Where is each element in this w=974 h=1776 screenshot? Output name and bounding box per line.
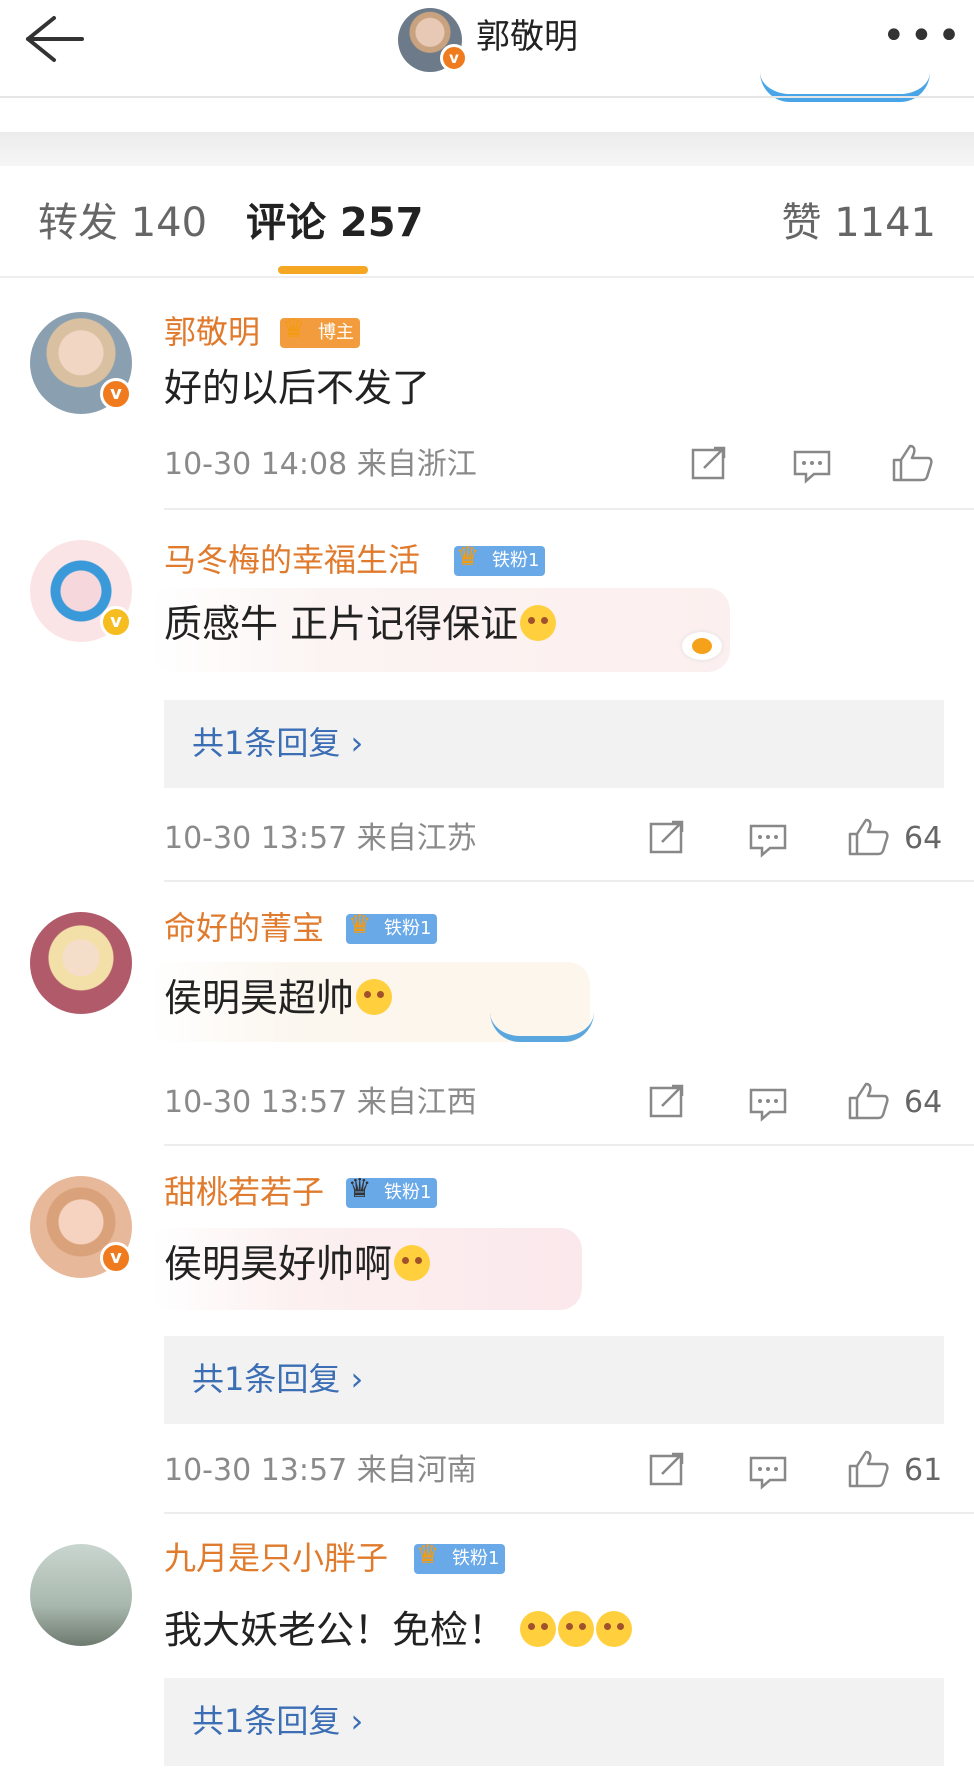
- share-icon[interactable]: [690, 446, 734, 486]
- comment-location: 来自江西: [356, 1085, 477, 1120]
- share-icon[interactable]: [648, 1452, 692, 1492]
- verified-badge-icon: v: [100, 606, 132, 638]
- like-icon[interactable]: [890, 442, 934, 482]
- comment-icon[interactable]: [748, 1086, 792, 1126]
- host-tag: ♛ 博主: [280, 314, 360, 348]
- back-arrow-icon[interactable]: [20, 14, 90, 64]
- comment-icon[interactable]: [748, 1454, 792, 1494]
- comment-icon[interactable]: [792, 448, 836, 488]
- avatar[interactable]: [30, 912, 132, 1014]
- comment-text: 好的以后不发了: [164, 366, 431, 410]
- reply-summary[interactable]: 共1条回复 ›: [164, 1678, 944, 1766]
- comment-location: 来自浙江: [356, 447, 477, 482]
- tab-likes[interactable]: 赞 1141: [781, 198, 936, 248]
- water-splash-sticker-icon: [490, 1012, 594, 1042]
- comment-location: 来自河南: [356, 1453, 477, 1488]
- comment-time: 10-30 13:57: [164, 821, 348, 856]
- crown-icon: ♛: [348, 1174, 372, 1204]
- view-replies-link[interactable]: 共1条回复 ›: [192, 1356, 363, 1402]
- header-divider: [0, 96, 974, 98]
- top-bar: v 郭敬明 •••: [0, 0, 974, 102]
- crown-icon: ♛: [456, 542, 480, 572]
- comment-meta: 10-30 13:57 来自河南: [164, 1450, 477, 1492]
- tag-label: 铁粉1: [452, 1548, 500, 1569]
- fan-tag: ♛ 铁粉1: [346, 1174, 438, 1208]
- tab-repost[interactable]: 转发 140: [38, 198, 207, 248]
- like-icon[interactable]: [846, 1080, 890, 1120]
- comment-text: 侯明昊好帅啊: [164, 1238, 431, 1290]
- like-count: 64: [904, 1085, 943, 1120]
- divider: [164, 1144, 974, 1146]
- comment-location: 来自江苏: [356, 821, 477, 856]
- comment-text-content: 质感牛 正片记得保证: [164, 602, 519, 646]
- crown-icon: ♛: [348, 910, 372, 940]
- comment-time: 10-30 13:57: [164, 1085, 348, 1120]
- section-gap: [0, 132, 974, 166]
- comment-author[interactable]: 郭敬明: [164, 310, 260, 354]
- comment-author[interactable]: 九月是只小胖子: [164, 1536, 388, 1580]
- comment-meta: 10-30 13:57 来自江苏: [164, 818, 477, 860]
- tag-label: 铁粉1: [492, 550, 540, 571]
- like-count: 61: [904, 1453, 943, 1488]
- comment-meta: 10-30 13:57 来自江西: [164, 1082, 477, 1124]
- comment-text: 我大妖老公！免检！: [164, 1604, 633, 1656]
- view-replies-link[interactable]: 共1条回复 ›: [192, 1698, 363, 1744]
- comment-time: 10-30 14:08: [164, 447, 348, 482]
- fan-tag: ♛ 铁粉1: [414, 1540, 506, 1574]
- divider: [164, 1512, 974, 1514]
- love-emoji-icon: [558, 1611, 595, 1647]
- comment-icon[interactable]: [748, 822, 792, 862]
- view-replies-link[interactable]: 共1条回复 ›: [192, 720, 363, 766]
- verified-badge-icon: v: [100, 1242, 132, 1274]
- comment-text: 侯明昊超帅: [164, 972, 393, 1024]
- comment-text-content: 侯明昊超帅: [164, 976, 355, 1020]
- like-count: 64: [904, 821, 943, 856]
- divider: [164, 508, 974, 510]
- love-emoji-icon: [520, 1611, 557, 1647]
- share-icon[interactable]: [648, 820, 692, 860]
- more-dots-icon[interactable]: •••: [882, 16, 961, 56]
- tag-label: 博主: [318, 322, 354, 343]
- page-title: 郭敬明: [476, 17, 578, 57]
- like-icon[interactable]: [846, 1448, 890, 1488]
- comment-author[interactable]: 命好的菁宝: [164, 906, 324, 950]
- verified-badge-icon: v: [100, 378, 132, 410]
- share-icon[interactable]: [648, 1084, 692, 1124]
- comment-time: 10-30 13:57: [164, 1453, 348, 1488]
- reply-summary[interactable]: 共1条回复 ›: [164, 700, 944, 788]
- cat-emoji-icon: [520, 605, 557, 641]
- comment-author[interactable]: 马冬梅的幸福生活: [164, 538, 420, 582]
- egg-sticker-icon: [682, 632, 722, 660]
- active-tab-indicator: [278, 266, 368, 274]
- tab-comments[interactable]: 评论 257: [246, 198, 423, 248]
- comment-text-content: 侯明昊好帅啊: [164, 1242, 393, 1286]
- fan-tag: ♛ 铁粉1: [346, 910, 438, 944]
- love-emoji-icon: [596, 1611, 633, 1647]
- comment-author[interactable]: 甜桃若若子: [164, 1170, 324, 1214]
- comment-text: 质感牛 正片记得保证: [164, 598, 557, 650]
- tag-label: 铁粉1: [384, 1182, 432, 1203]
- reply-summary[interactable]: 共1条回复 ›: [164, 1336, 944, 1424]
- kiss-emoji-icon: [394, 1245, 431, 1281]
- crown-icon: ♛: [416, 1540, 440, 1570]
- tag-label: 铁粉1: [384, 918, 432, 939]
- verified-badge-icon: v: [440, 44, 468, 72]
- crown-icon: ♛: [282, 314, 306, 344]
- comment-meta: 10-30 14:08 来自浙江: [164, 444, 477, 486]
- blush-emoji-icon: [356, 979, 393, 1015]
- like-icon[interactable]: [846, 816, 890, 856]
- interaction-tabs: 转发 140 评论 257 赞 1141: [0, 166, 974, 278]
- divider: [164, 880, 974, 882]
- comment-text-content: 我大妖老公！免检！: [164, 1608, 507, 1652]
- avatar[interactable]: [30, 1544, 132, 1646]
- fan-tag: ♛ 铁粉1: [454, 542, 546, 576]
